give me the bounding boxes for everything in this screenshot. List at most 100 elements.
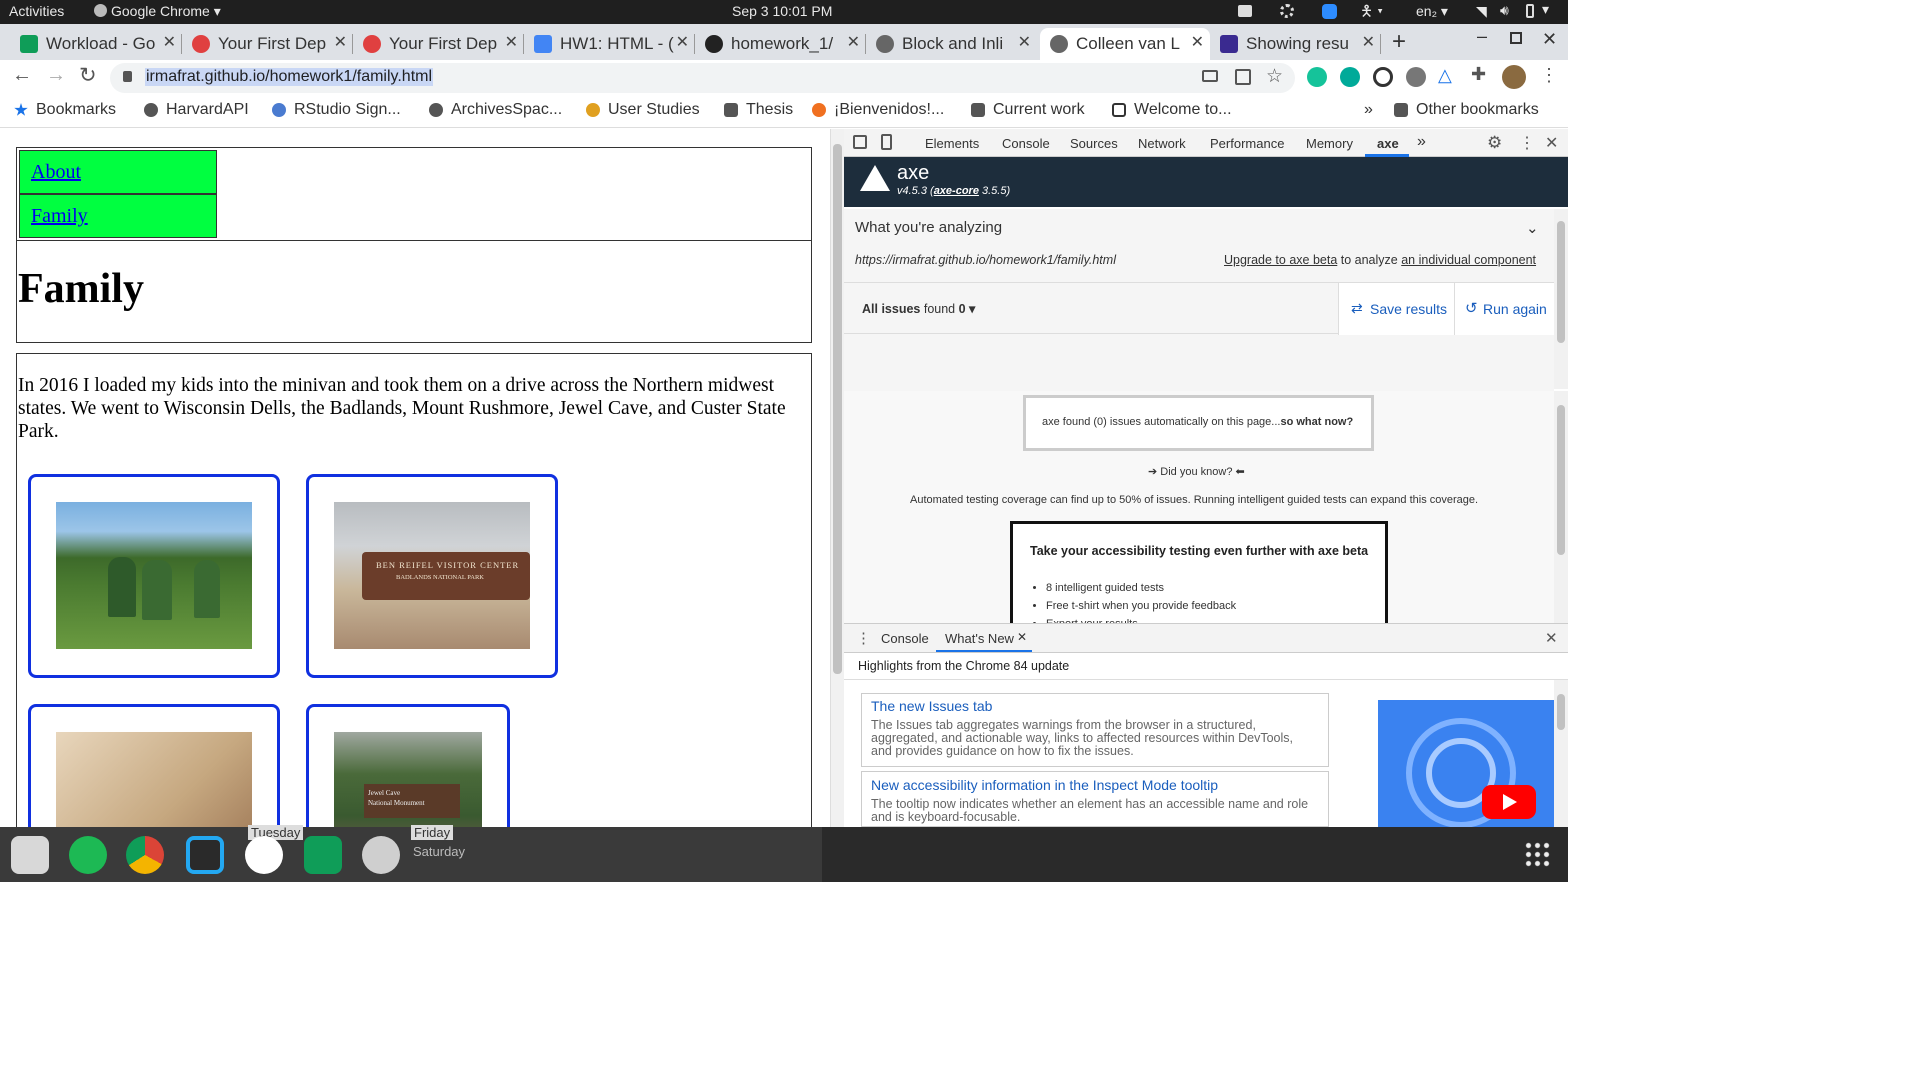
bookmark-item[interactable]: HarvardAPI [144,101,249,119]
panel-scrollbar[interactable] [1554,209,1568,389]
minimize-window-icon[interactable]: – [1477,26,1487,47]
bookmark-folder[interactable]: Current work [971,101,1085,119]
extension-circle-icon[interactable] [1373,67,1393,87]
photo-jewel-cave-interior[interactable] [56,732,252,827]
component-link[interactable]: an individual component [1401,253,1536,267]
forward-icon[interactable]: → [46,64,66,87]
browser-tab-active[interactable]: Colleen van L ✕ [1040,28,1210,60]
cast-icon[interactable] [1202,70,1218,82]
tab-performance[interactable]: Performance [1210,136,1284,151]
bookmark-item[interactable]: RStudio Sign... [272,101,401,119]
vscode-app-icon[interactable] [186,836,224,874]
browser-tab[interactable]: HW1: HTML - (✕ [524,28,695,60]
chrome-app-icon[interactable] [126,836,164,874]
device-toolbar-icon[interactable] [881,134,892,150]
close-tab-icon[interactable]: ✕ [847,32,860,52]
drawer-scrollbar[interactable] [1554,680,1568,827]
nav-link-about[interactable]: About [31,161,81,184]
profile-avatar[interactable] [1502,65,1526,89]
drawer-tab-whats-new[interactable]: What's New [945,631,1014,646]
browser-tab[interactable]: Your First Dep ✕ [353,28,524,60]
devtools-menu-icon[interactable]: ⋮ [1519,133,1535,153]
wordpress-extension-icon[interactable] [1406,67,1426,87]
photo-badlands[interactable]: BEN REIFEL VISITOR CENTER BADLANDS NATIO… [334,502,530,649]
close-tab-icon[interactable]: ✕ [1362,32,1375,52]
close-devtools-icon[interactable]: ✕ [1545,133,1558,153]
close-drawer-icon[interactable]: ✕ [1545,629,1558,647]
address-bar[interactable]: irmafrat.github.io/homework1/family.html… [110,63,1295,93]
nav-link-family[interactable]: Family [31,205,88,228]
settings-gear-icon[interactable]: ⚙ [1487,133,1502,153]
more-tabs-button[interactable]: » [1417,133,1426,151]
bookmark-item[interactable]: ArchivesSpac... [429,101,562,119]
system-menu-chevron-icon[interactable]: ▾ [1542,1,1549,18]
back-icon[interactable]: ← [12,64,32,87]
issues-filter[interactable]: All issues found 0 ▾ [862,301,975,316]
close-tab-icon[interactable]: ✕ [1018,32,1031,52]
screenshot-app-icon[interactable] [362,836,400,874]
axe-extension-icon[interactable]: △ [1438,65,1452,86]
save-results-button[interactable]: ⇄ Save results [1338,283,1454,335]
sheets-app-icon[interactable] [304,836,342,874]
bookmark-folder[interactable]: Thesis [724,101,793,119]
accessibility-icon[interactable]: 🯅 ▾ [1360,1,1383,26]
photo-jewel-cave-sign[interactable]: Jewel Cave National Monument [334,732,482,827]
zoom-tray-icon[interactable] [1322,4,1337,19]
language-indicator[interactable]: en₂ ▾ [1416,3,1448,20]
tab-network[interactable]: Network [1138,136,1186,151]
wifi-icon[interactable]: ◥ [1476,3,1487,20]
inspect-element-icon[interactable] [853,135,867,149]
bookmark-folder[interactable]: Other bookmarks [1394,101,1539,119]
drawer-tab-console[interactable]: Console [881,631,929,646]
app-menu[interactable]: Google Chrome ▾ [94,3,221,20]
activities-button[interactable]: Activities [9,3,64,19]
grammarly-extension-icon[interactable] [1307,67,1327,87]
screen-icon[interactable] [1238,5,1252,17]
collapse-chevron-icon[interactable]: ⌄ [1526,219,1539,237]
photo-wisconsin-dells[interactable] [56,502,252,649]
close-tab-icon[interactable]: ✕ [163,32,176,52]
tab-memory[interactable]: Memory [1306,136,1353,151]
whats-new-card[interactable]: New accessibility information in the Ins… [861,771,1329,827]
page-scrollbar[interactable] [830,129,844,827]
bookmark-star-icon[interactable]: ☆ [1266,65,1283,88]
extension-badge-icon[interactable] [1340,67,1360,87]
browser-tab[interactable]: Your First Dep ✕ [182,28,353,60]
translate-icon[interactable] [1235,69,1251,85]
close-drawer-tab-icon[interactable]: ✕ [1017,630,1027,644]
reload-icon[interactable]: ↻ [79,63,97,88]
tab-sources[interactable]: Sources [1070,136,1118,151]
card-title[interactable]: The new Issues tab [871,698,992,714]
chrome-menu-icon[interactable]: ⋮ [1540,65,1558,86]
close-window-icon[interactable]: ✕ [1542,29,1557,50]
slack-app-icon[interactable] [245,836,283,874]
whats-new-card[interactable]: The new Issues tab The Issues tab aggreg… [861,693,1329,767]
spotify-app-icon[interactable] [69,836,107,874]
card-title[interactable]: New accessibility information in the Ins… [871,777,1218,793]
close-tab-icon[interactable]: ✕ [676,32,689,52]
scrollbar-thumb[interactable] [833,144,842,674]
drawer-menu-icon[interactable]: ⋮ [856,629,871,647]
bookmark-item[interactable]: Bookmarks [14,101,116,119]
tab-elements[interactable]: Elements [925,136,979,151]
close-tab-icon[interactable]: ✕ [505,32,518,52]
bookmarks-overflow-button[interactable]: » [1364,101,1373,119]
slack-tray-icon[interactable] [1280,4,1294,18]
lock-icon[interactable] [123,71,132,82]
results-scrollbar[interactable] [1554,391,1568,623]
youtube-play-icon[interactable] [1482,785,1536,819]
url-text[interactable]: irmafrat.github.io/homework1/family.html [145,68,434,86]
bookmark-item[interactable]: Welcome to... [1112,101,1232,119]
browser-tab[interactable]: Showing resu ✕ [1210,28,1381,60]
close-tab-icon[interactable]: ✕ [334,32,347,52]
browser-tab[interactable]: Workload - Go ✕ [10,28,182,60]
volume-icon[interactable]: 🔊︎ [1500,2,1509,19]
axe-core-link[interactable]: axe-core [934,185,979,197]
browser-tab[interactable]: Block and Inli ✕ [866,28,1037,60]
tab-axe[interactable]: axe [1377,136,1399,151]
bookmark-item[interactable]: ¡Bienvenidos!... [812,101,944,119]
app-grid-icon[interactable] [1524,841,1550,867]
maximize-window-icon[interactable] [1510,32,1522,44]
battery-icon[interactable] [1526,4,1534,18]
browser-tab[interactable]: homework_1/ ✕ [695,28,866,60]
